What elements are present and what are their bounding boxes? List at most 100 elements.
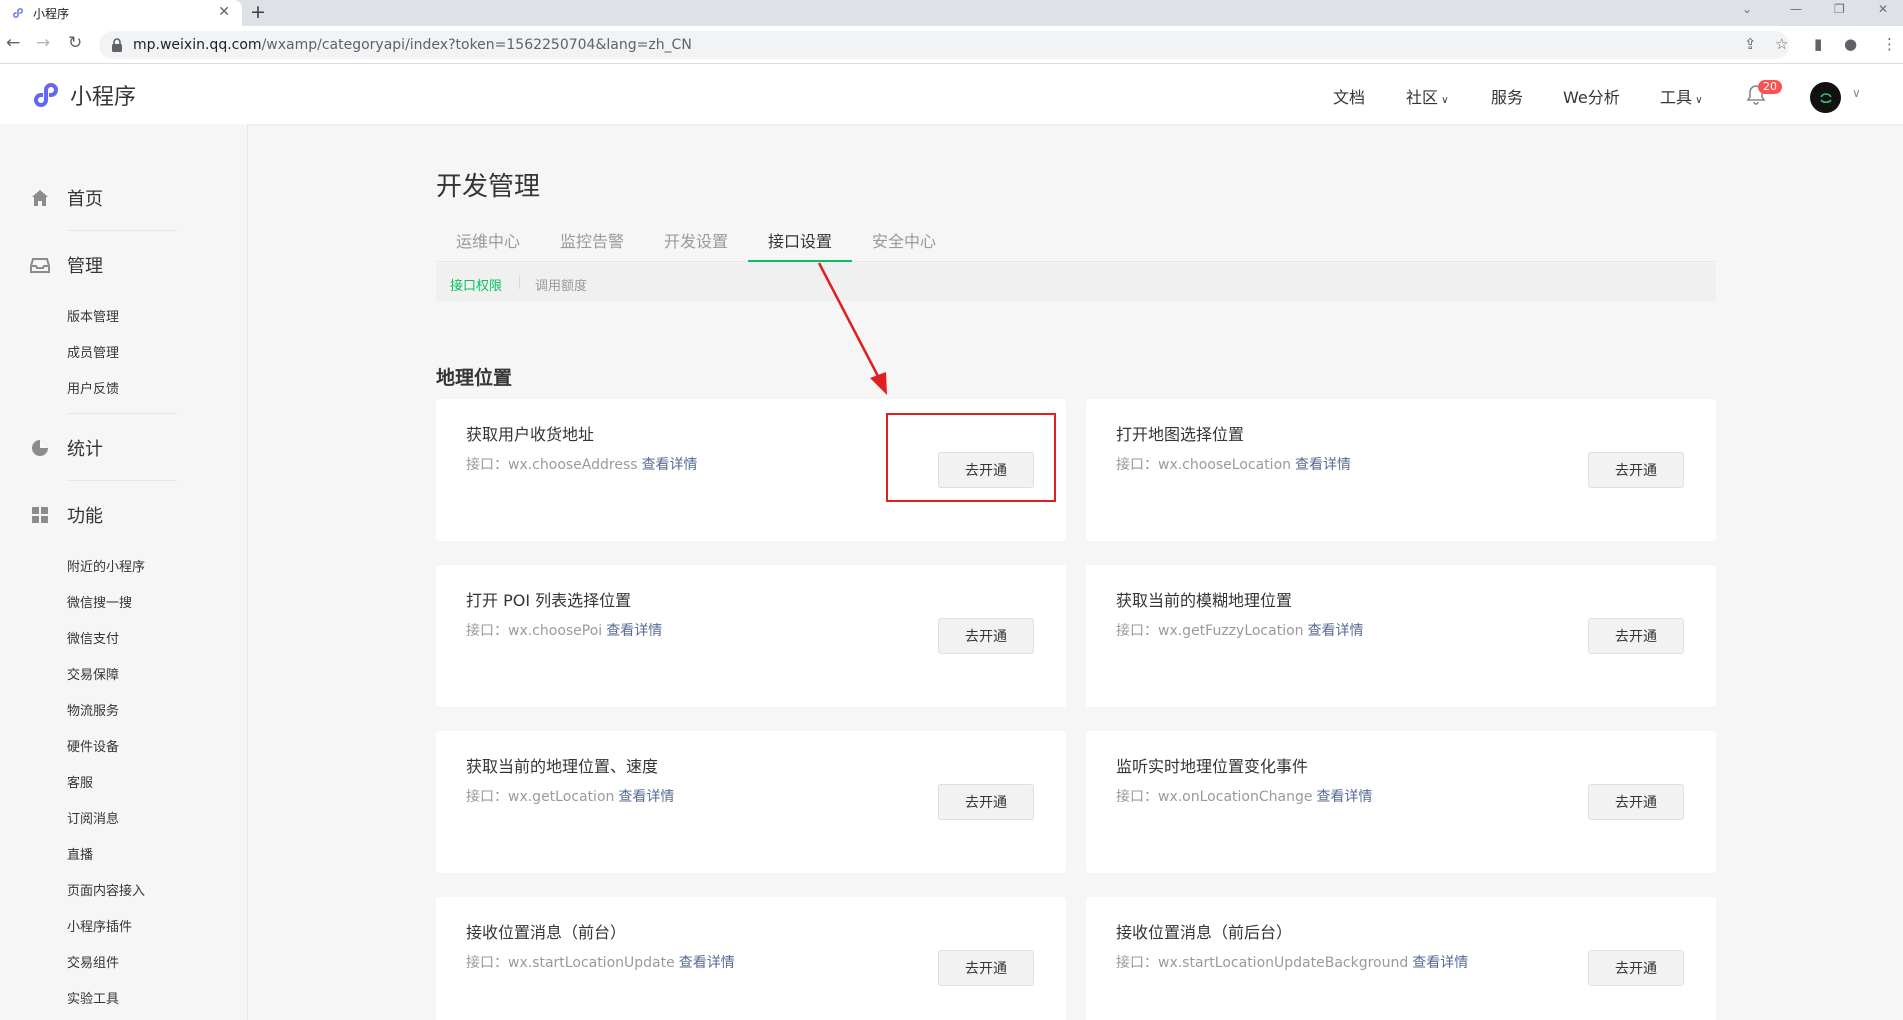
restore-icon[interactable]: ❐: [1834, 2, 1845, 16]
tab-ops[interactable]: 运维中心: [456, 228, 520, 262]
card-api: 接口：wx.getFuzzyLocation 查看详情: [1116, 620, 1364, 640]
view-details-link[interactable]: 查看详情: [1412, 955, 1468, 971]
page-title: 开发管理: [436, 172, 541, 202]
sidebar-group-label: 统计: [67, 439, 103, 460]
sidebar-item-guarantee[interactable]: 交易保障: [67, 664, 119, 683]
api-name: wx.onLocationChange: [1158, 789, 1313, 805]
api-name: wx.getFuzzyLocation: [1158, 623, 1304, 639]
api-card: 打开地图选择位置 接口：wx.chooseLocation 查看详情 去开通: [1086, 399, 1716, 541]
tab-security[interactable]: 安全中心: [872, 228, 936, 262]
api-card: 接收位置消息（前后台） 接口：wx.startLocationUpdateBac…: [1086, 897, 1716, 1020]
avatar[interactable]: [1810, 82, 1841, 113]
nav-tools[interactable]: 工具 ∨: [1660, 84, 1703, 108]
nav-services[interactable]: 服务: [1491, 84, 1523, 108]
sidebar-item-manage[interactable]: 管理: [30, 252, 103, 278]
enable-button[interactable]: 去开通: [938, 618, 1034, 654]
api-card: 获取当前的模糊地理位置 接口：wx.getFuzzyLocation 查看详情 去…: [1086, 565, 1716, 707]
view-details-link[interactable]: 查看详情: [1316, 789, 1372, 805]
bookmark-star-icon[interactable]: ☆: [1775, 35, 1788, 53]
tab-search-icon[interactable]: ⌄: [1742, 2, 1752, 16]
enable-button[interactable]: 去开通: [938, 950, 1034, 986]
card-title: 打开地图选择位置: [1116, 425, 1245, 444]
view-details-link[interactable]: 查看详情: [1295, 457, 1351, 473]
site-header: 小程序 文档 社区 ∨ 服务 We分析 工具 ∨ 20 ∨: [0, 64, 1903, 124]
view-details-link[interactable]: 查看详情: [606, 623, 662, 639]
sidebar-item-members[interactable]: 成员管理: [67, 342, 119, 361]
share-icon[interactable]: ⇪: [1744, 35, 1757, 53]
api-prefix: 接口：: [466, 457, 508, 473]
sidebar-item-lab[interactable]: 实验工具: [67, 988, 119, 1007]
sidebar-item-subscribe[interactable]: 订阅消息: [67, 808, 119, 827]
url-host: mp.weixin.qq.com: [133, 37, 262, 53]
subtab-divider: [519, 275, 520, 289]
sidebar-item-hardware[interactable]: 硬件设备: [67, 736, 119, 755]
address-bar[interactable]: mp.weixin.qq.com/wxamp/categoryapi/index…: [99, 31, 1789, 59]
reload-icon[interactable]: ↻: [68, 33, 82, 53]
enable-button[interactable]: 去开通: [938, 784, 1034, 820]
sidebar-item-pay[interactable]: 微信支付: [67, 628, 119, 647]
browser-toolbar: ← → ↻ mp.weixin.qq.com/wxamp/categoryapi…: [0, 26, 1903, 64]
enable-button[interactable]: 去开通: [1588, 950, 1684, 986]
tab-close-icon[interactable]: ✕: [218, 4, 230, 20]
api-prefix: 接口：: [466, 789, 508, 805]
tab-monitoring[interactable]: 监控告警: [560, 228, 624, 262]
active-tab-indicator: [748, 260, 852, 262]
inbox-icon: [30, 255, 50, 275]
browser-tab[interactable]: 小程序 ✕: [0, 0, 242, 26]
sidebar-item-support[interactable]: 客服: [67, 772, 93, 791]
sidebar-item-content[interactable]: 页面内容接入: [67, 880, 145, 899]
window-close-icon[interactable]: ✕: [1878, 2, 1888, 16]
enable-button[interactable]: 去开通: [1588, 618, 1684, 654]
nav-community[interactable]: 社区 ∨: [1406, 84, 1449, 108]
api-card: 获取当前的地理位置、速度 接口：wx.getLocation 查看详情 去开通: [436, 731, 1066, 873]
chevron-down-icon: ∨: [1692, 95, 1703, 106]
card-api: 接口：wx.onLocationChange 查看详情: [1116, 786, 1372, 806]
card-title: 接收位置消息（前台）: [466, 923, 627, 942]
sidebar-item-search[interactable]: 微信搜一搜: [67, 592, 132, 611]
browser-menu-icon[interactable]: ⋮: [1882, 35, 1897, 53]
subtab-permissions[interactable]: 接口权限: [450, 275, 502, 294]
sidebar-item-plugins[interactable]: 小程序插件: [67, 916, 132, 935]
sidebar-group-label: 功能: [67, 506, 103, 527]
pie-chart-icon: [30, 438, 50, 458]
side-panel-icon[interactable]: ▮: [1814, 35, 1822, 53]
forward-icon[interactable]: →: [36, 33, 50, 53]
account-chevron-icon[interactable]: ∨: [1852, 86, 1861, 100]
sidebar-item-version[interactable]: 版本管理: [67, 306, 119, 325]
profile-icon[interactable]: ●: [1844, 35, 1857, 53]
subtab-quota[interactable]: 调用额度: [535, 275, 587, 294]
card-api: 接口：wx.startLocationUpdateBackground 查看详情: [1116, 952, 1468, 972]
api-prefix: 接口：: [1116, 789, 1158, 805]
sidebar: 首页 管理 版本管理 成员管理 用户反馈 统计 功能 附近的小程序 微信搜一搜 …: [0, 124, 248, 1020]
view-details-link[interactable]: 查看详情: [618, 789, 674, 805]
sidebar-item-features[interactable]: 功能: [30, 502, 103, 528]
api-prefix: 接口：: [1116, 623, 1158, 639]
view-details-link[interactable]: 查看详情: [1308, 623, 1364, 639]
grid-icon: [30, 505, 50, 525]
brand-name: 小程序: [70, 85, 137, 110]
sidebar-item-trade[interactable]: 交易组件: [67, 952, 119, 971]
brand-logo[interactable]: 小程序: [30, 79, 136, 111]
back-icon[interactable]: ←: [6, 33, 20, 53]
api-prefix: 接口：: [466, 955, 508, 971]
nav-docs[interactable]: 文档: [1333, 84, 1365, 108]
enable-button[interactable]: 去开通: [1588, 452, 1684, 488]
sidebar-item-logistics[interactable]: 物流服务: [67, 700, 119, 719]
sidebar-item-stats[interactable]: 统计: [30, 435, 103, 461]
api-prefix: 接口：: [1116, 457, 1158, 473]
sidebar-item-feedback[interactable]: 用户反馈: [67, 378, 119, 397]
new-tab-icon[interactable]: +: [250, 1, 266, 23]
view-details-link[interactable]: 查看详情: [679, 955, 735, 971]
view-details-link[interactable]: 查看详情: [642, 457, 698, 473]
tab-dev-settings[interactable]: 开发设置: [664, 228, 728, 262]
sidebar-item-live[interactable]: 直播: [67, 844, 93, 863]
sub-tabs: 接口权限 调用额度: [436, 263, 1716, 301]
tab-api-settings[interactable]: 接口设置: [768, 228, 832, 262]
card-api: 接口：wx.chooseAddress 查看详情: [466, 454, 698, 474]
url-path: /wxamp/categoryapi/index?token=156225070…: [261, 37, 692, 53]
enable-button[interactable]: 去开通: [1588, 784, 1684, 820]
minimize-icon[interactable]: —: [1790, 2, 1802, 16]
sidebar-item-home[interactable]: 首页: [30, 185, 103, 211]
sidebar-item-nearby[interactable]: 附近的小程序: [67, 556, 145, 575]
nav-we-analytics[interactable]: We分析: [1563, 84, 1620, 108]
